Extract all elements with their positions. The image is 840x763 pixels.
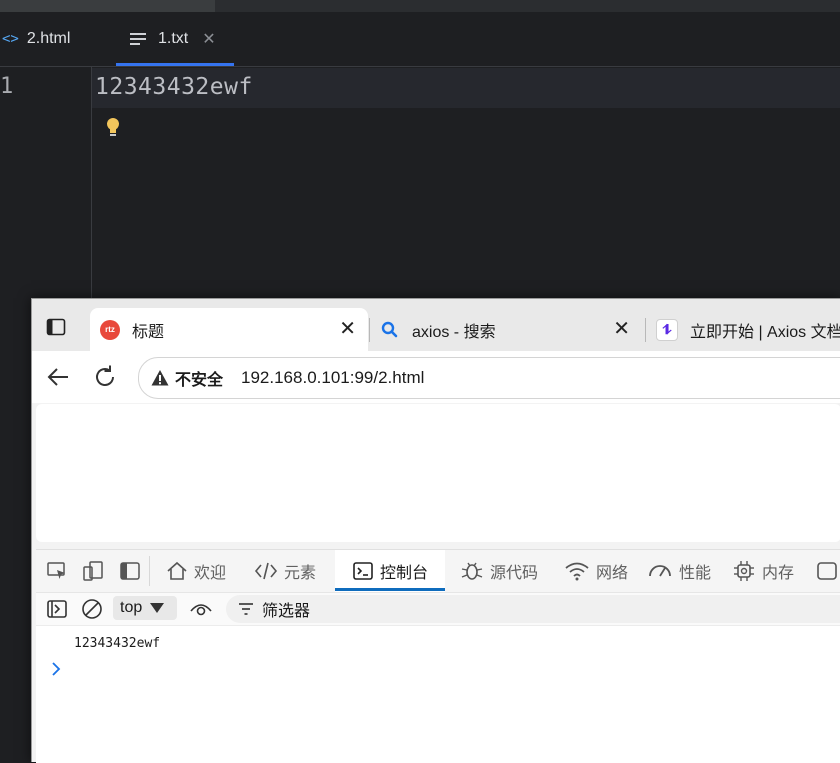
browser-toolbar: 不安全 192.168.0.101:99/2.html [32, 351, 840, 403]
elements-icon [254, 562, 278, 580]
devtools-tab-performance[interactable]: 性能 [647, 550, 711, 592]
console-toolbar: top 筛选器 [36, 593, 840, 626]
browser-tab-title[interactable]: rtz 标题 ✕ [90, 308, 368, 351]
context-selector[interactable]: top [113, 596, 177, 620]
warning-icon [151, 370, 169, 386]
devtools-tab-label: 源代码 [490, 565, 539, 582]
home-icon [167, 561, 187, 580]
browser-window: rtz 标题 ✕ axios - 搜索 ✕ ⥮ 立即开始 | Axios 文档 [31, 298, 840, 763]
devtools-tab-label: 控制台 [379, 565, 428, 582]
eye-icon[interactable] [189, 599, 213, 619]
dock-side-icon[interactable] [119, 560, 141, 582]
devtools-tab-sources[interactable]: 源代码 [460, 550, 538, 592]
devtools-tab-label: 元素 [284, 565, 317, 582]
more-panels-icon[interactable] [816, 560, 838, 582]
devtools-tab-label: 网络 [596, 565, 629, 582]
axios-logo-icon: ⥮ [656, 318, 678, 341]
browser-tab-axios-search[interactable]: axios - 搜索 ✕ [370, 308, 642, 351]
refresh-icon[interactable] [92, 364, 118, 390]
console-icon [353, 562, 373, 580]
filter-placeholder: 筛选器 [262, 603, 311, 620]
ide-tab-label: 1.txt [158, 30, 189, 47]
insecure-label[interactable]: 不安全 [175, 366, 223, 390]
devtools-separator [149, 556, 150, 586]
page-content-area[interactable] [36, 404, 840, 542]
console-log-message[interactable]: 12343432ewf [74, 636, 160, 651]
url-text[interactable]: 192.168.0.101:99/2.html [241, 368, 424, 388]
back-arrow-icon[interactable] [46, 365, 70, 389]
devtools-tab-bar: 欢迎 元素 控制台 源代码 网络 性能 内存 [36, 550, 840, 593]
devtools-tab-network[interactable]: 网络 [564, 550, 628, 592]
ide-tab-1-txt[interactable]: 1.txt ✕ [116, 12, 234, 66]
devtools-panel: 欢迎 元素 控制台 源代码 网络 性能 内存 top 筛选器 12343432e… [36, 549, 840, 763]
close-tab-icon[interactable]: ✕ [613, 317, 630, 341]
device-emulation-icon[interactable] [82, 560, 104, 582]
rtz-favicon: rtz [100, 319, 120, 340]
inspect-icon[interactable] [46, 560, 68, 582]
devtools-tab-label: 内存 [762, 565, 795, 582]
devtools-tab-welcome[interactable]: 欢迎 [166, 550, 226, 592]
gauge-icon [649, 565, 671, 577]
ide-tab-bar: <> 2.html 1.txt ✕ [0, 12, 840, 67]
devtools-tab-label: 性能 [679, 565, 712, 582]
devtools-tab-label: 欢迎 [194, 565, 227, 582]
devtools-tab-console[interactable]: 控制台 [335, 550, 445, 592]
ide-title-bar [0, 0, 840, 12]
browser-tab-axios-docs[interactable]: ⥮ 立即开始 | Axios 文档 [646, 308, 840, 351]
clear-console-icon[interactable] [81, 598, 103, 620]
toggle-sidebar-icon[interactable] [46, 599, 68, 619]
filter-input[interactable]: 筛选器 [226, 595, 840, 623]
browser-tab-label: axios - 搜索 [412, 323, 496, 341]
ide-tab-label: 2.html [26, 30, 71, 47]
browser-tab-label: 立即开始 | Axios 文档 [690, 323, 840, 341]
bug-icon [461, 562, 483, 580]
devtools-tab-elements[interactable]: 元素 [254, 550, 316, 592]
text-file-icon [130, 33, 146, 45]
search-icon [381, 321, 398, 337]
close-tab-icon[interactable]: ✕ [339, 317, 356, 341]
browser-tab-strip: rtz 标题 ✕ axios - 搜索 ✕ ⥮ 立即开始 | Axios 文档 [32, 299, 840, 351]
address-bar[interactable]: 不安全 192.168.0.101:99/2.html [138, 357, 840, 399]
chip-icon [734, 561, 754, 581]
ide-tab-2-html[interactable]: <> 2.html [0, 12, 112, 66]
lightbulb-icon[interactable] [105, 117, 121, 139]
line-number: 1 [0, 74, 14, 99]
console-prompt-chevron-icon[interactable] [50, 661, 62, 677]
devtools-tab-memory[interactable]: 内存 [732, 550, 794, 592]
context-label: top [120, 599, 143, 616]
code-line[interactable]: 12343432ewf [95, 74, 253, 100]
active-devtools-tab-indicator [335, 588, 445, 591]
active-tab-indicator [116, 63, 234, 66]
wifi-icon [565, 562, 589, 581]
filter-icon [239, 603, 253, 615]
tab-actions-icon[interactable] [46, 317, 66, 337]
browser-tab-label: 标题 [132, 323, 165, 341]
code-file-icon: <> [2, 31, 19, 47]
close-tab-icon[interactable]: ✕ [202, 29, 215, 49]
ide-title-bar-accent [0, 0, 215, 12]
chevron-down-icon [150, 603, 165, 613]
